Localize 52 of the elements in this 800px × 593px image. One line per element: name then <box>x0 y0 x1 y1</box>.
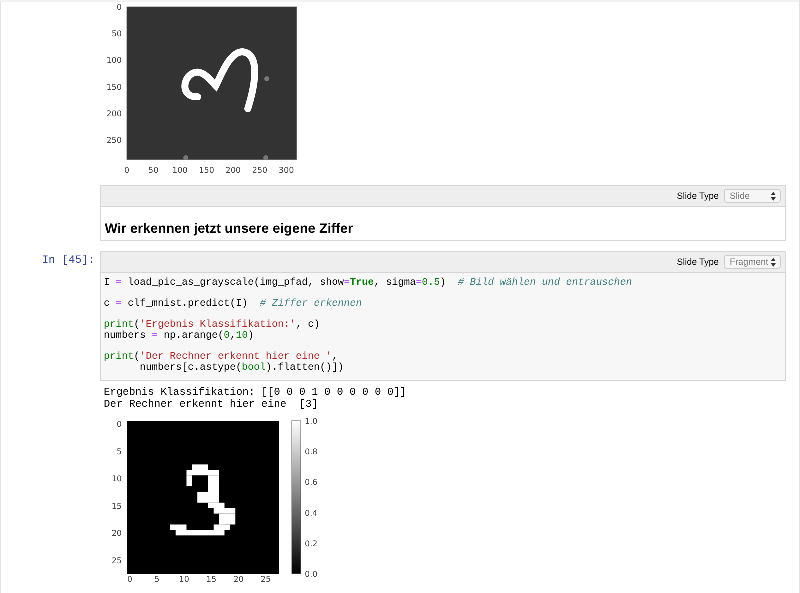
colorbar-tick-label: 0.0 <box>305 570 318 579</box>
axis-tick-label: 50 <box>148 166 159 175</box>
dot-mark <box>264 76 270 82</box>
axis-tick-label: 100 <box>172 166 188 175</box>
slide-type-label: Slide Type <box>677 191 719 201</box>
axis-tick-label: 300 <box>278 166 294 175</box>
code-line: I = load_pic_as_grayscale(img_pfad, show=True, sigma=0.5) # Bild wählen und entrauschen <box>104 278 634 289</box>
code-line: numbers = np.arange(0,10) <box>104 331 256 342</box>
axis-tick-label: 200 <box>106 109 122 118</box>
colorbar-tick-label: 1.0 <box>305 417 318 426</box>
axis-tick-label: 5 <box>154 575 160 584</box>
axis-tick-label: 15 <box>206 575 217 584</box>
output-text: Ergebnis Klassifikation: [[0 0 0 1 0 0 0 0 0 0]] <box>104 387 406 399</box>
axis-tick-label: 150 <box>199 166 214 175</box>
input-prompt: In [45]: <box>41 254 96 269</box>
axis-tick-label: 20 <box>234 575 244 584</box>
colorbar-tick-label: 0.2 <box>305 539 318 548</box>
code-editor[interactable] <box>101 273 785 380</box>
axis-tick-label: 50 <box>112 30 122 39</box>
updown-icon <box>771 258 776 266</box>
dot-mark <box>184 156 188 160</box>
axis-tick-label: 250 <box>252 166 268 175</box>
colorbar-tick-label: 0.8 <box>305 448 318 457</box>
axis-tick-label: 10 <box>179 575 190 584</box>
axis-tick-label: 0 <box>116 3 122 12</box>
axis-tick-label: 0 <box>124 166 130 175</box>
dot-mark <box>264 156 268 160</box>
pixel-digit-drawing <box>170 464 236 536</box>
output-text: Der Rechner erkennt hier eine [3] <box>104 399 320 411</box>
slide-type-label: Slide Type <box>677 257 719 267</box>
axis-tick-label: 100 <box>106 56 122 66</box>
axis-tick-label: 0 <box>116 420 122 429</box>
axis-tick-label: 15 <box>112 502 122 511</box>
axis-tick-label: 200 <box>226 166 242 175</box>
axis-tick-label: 0 <box>127 575 133 584</box>
axis-tick-label: 25 <box>112 556 122 566</box>
colorbar-tick-label: 0.6 <box>305 478 318 488</box>
slide-type-select[interactable]: Fragment <box>724 255 781 269</box>
axis-tick-label: 10 <box>112 474 122 484</box>
axis-tick-label: 150 <box>106 82 122 92</box>
axis-tick-label: 20 <box>112 529 122 538</box>
slide-type-select[interactable]: Slide <box>724 189 781 203</box>
code-line: numbers[c.astype(bool).flatten()]) <box>139 363 346 374</box>
heading: Wir erkennen jetzt unsere eigene Ziffer <box>105 221 354 236</box>
code-line: print('Der Rechner erkennt hier eine ', <box>104 350 338 363</box>
code-line: c = clf_mnist.predict(I) # Ziffer erkennen <box>104 298 364 310</box>
code-line: print('Ergebnis Klassifikation:', c) <box>104 318 322 331</box>
axis-tick-label: 25 <box>260 575 272 584</box>
axis-tick-label: 5 <box>116 447 122 456</box>
colorbar-tick-label: 0.4 <box>305 508 318 518</box>
axis-tick-label: 250 <box>106 136 122 145</box>
updown-icon <box>771 192 776 200</box>
